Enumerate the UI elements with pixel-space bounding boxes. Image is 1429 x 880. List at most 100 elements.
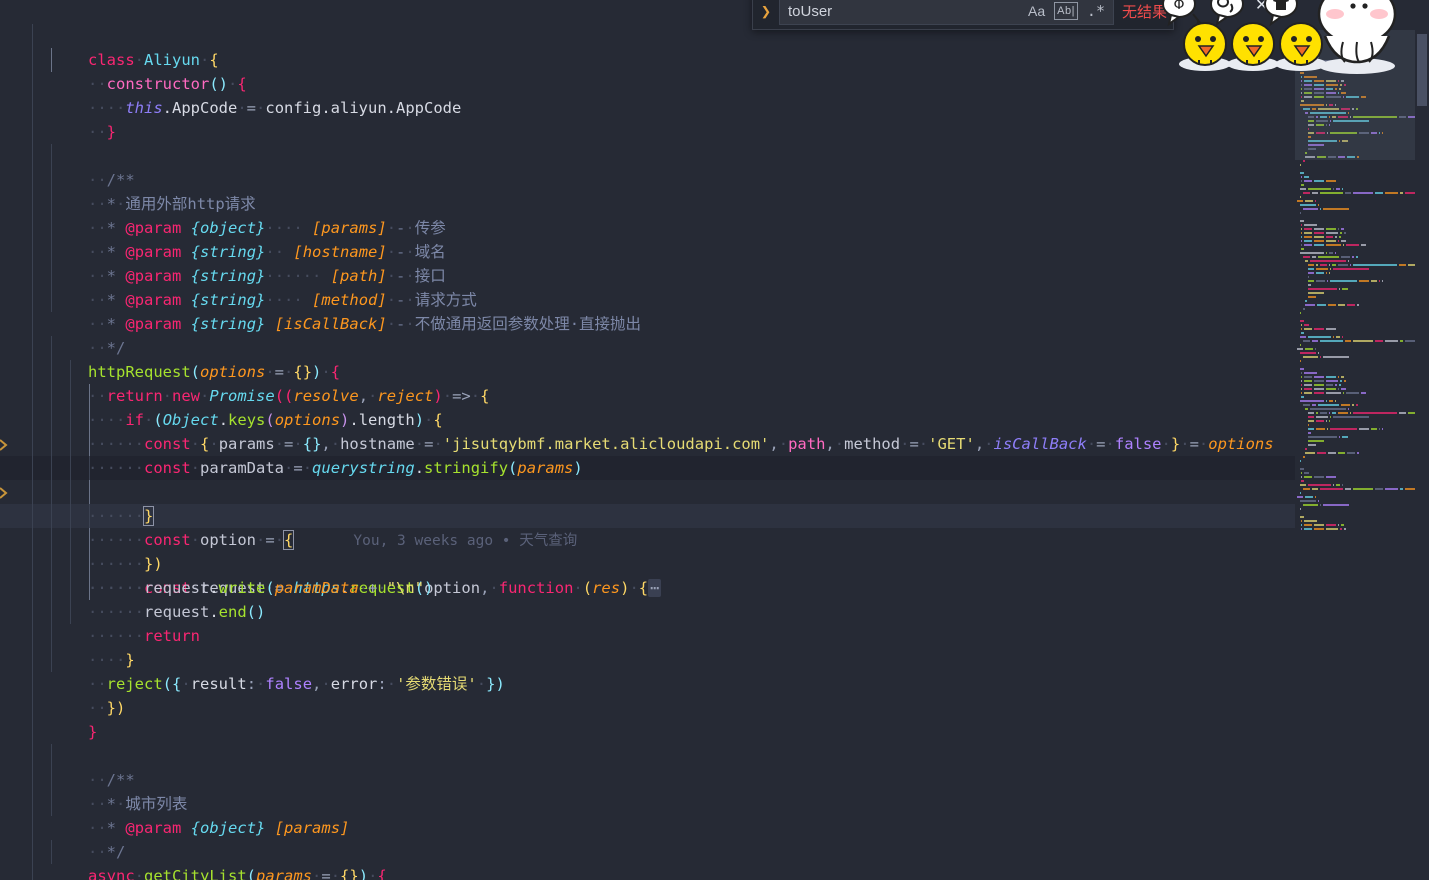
minimap-line-segment — [1338, 436, 1341, 438]
minimap-line-segment — [1329, 268, 1331, 270]
minimap-line-segment — [1332, 416, 1370, 418]
chevron-right-icon[interactable]: ❯ — [753, 0, 779, 22]
minimap-line-segment — [1308, 272, 1315, 274]
minimap-line-segment — [1320, 340, 1343, 342]
minimap-line-segment — [1325, 524, 1336, 526]
minimap-line-segment — [1347, 304, 1355, 306]
minimap-line-segment — [1304, 384, 1312, 386]
minimap-line-segment — [1308, 292, 1325, 294]
folded-code-line[interactable]: ······const·request·=·https.request(opti… — [0, 480, 1429, 598]
fold-chevron-icon[interactable] — [0, 486, 11, 500]
minimap-line-segment — [1297, 200, 1304, 202]
whole-word-icon[interactable]: Ab| — [1054, 2, 1078, 20]
minimap-line-segment — [1301, 396, 1304, 398]
minimap-line-segment — [1308, 264, 1315, 266]
minimap-line-segment — [1346, 244, 1359, 246]
minimap-line-segment — [1404, 340, 1415, 342]
minimap-line-segment — [1304, 388, 1312, 390]
minimap-line-segment — [1308, 436, 1337, 438]
minimap-line-segment — [1325, 272, 1328, 274]
minimap-line-segment — [1304, 380, 1312, 382]
minimap-line-segment — [1301, 388, 1303, 390]
minimap-line-segment — [1304, 328, 1312, 330]
minimap-line-segment — [1314, 496, 1316, 498]
editor-window: class·Aliyun·{ ··constructor()·{ ····thi… — [0, 0, 1429, 880]
minimap-line-segment — [1299, 368, 1304, 370]
minimap-line-segment — [1319, 264, 1328, 266]
minimap-line-segment — [1312, 340, 1319, 342]
minimap-line-segment — [1384, 192, 1399, 194]
minimap-line-segment — [1342, 436, 1349, 438]
minimap-line-segment — [1299, 212, 1302, 214]
minimap-line-segment — [1308, 276, 1310, 278]
minimap-line-segment — [1305, 200, 1313, 202]
minimap-line-segment — [1313, 232, 1324, 234]
code-line[interactable]: class·Aliyun·{ — [0, 0, 1429, 69]
minimap-line-segment — [1318, 352, 1320, 354]
minimap-line-segment — [1337, 388, 1340, 390]
minimap-line-segment — [1304, 524, 1312, 526]
minimap-line-segment — [1301, 232, 1303, 234]
code-editor-content[interactable]: class·Aliyun·{ ··constructor()·{ ····thi… — [0, 0, 1429, 880]
minimap-line-segment — [1301, 384, 1303, 386]
minimap-line-segment — [1335, 236, 1337, 238]
minimap-line-segment — [1302, 488, 1311, 490]
minimap-line-segment — [1302, 356, 1318, 358]
search-input[interactable]: toUser Aa Ab| .* — [779, 0, 1114, 25]
minimap-line-segment — [1350, 412, 1352, 414]
minimap-line-segment — [1338, 384, 1342, 386]
minimap-line-segment — [1313, 528, 1324, 530]
find-widget[interactable]: ❯ toUser Aa Ab| .* 无结果 — [752, 0, 1174, 30]
minimap-line-segment — [1325, 328, 1336, 330]
minimap-line-segment — [1332, 484, 1334, 486]
minimap-line-segment — [1313, 236, 1324, 238]
minimap-line-segment — [1305, 448, 1307, 450]
minimap-line-segment — [1304, 324, 1310, 326]
minimap-line-segment — [1305, 304, 1316, 306]
minimap-line-segment — [1309, 408, 1347, 410]
minimap-line-segment — [1312, 192, 1319, 194]
minimap-line-segment — [1304, 244, 1312, 246]
minimap-line-segment — [1325, 380, 1339, 382]
minimap-line-segment — [1325, 388, 1336, 390]
minimap-line-segment — [1301, 236, 1303, 238]
minimap-line-segment — [1302, 256, 1311, 258]
minimap-line-segment — [1342, 288, 1349, 290]
minimap-line-segment — [1314, 348, 1316, 350]
minimap-line-segment — [1337, 452, 1346, 454]
minimap-line-segment — [1337, 376, 1340, 378]
vertical-scrollbar[interactable] — [1415, 0, 1429, 880]
minimap-line-segment — [1342, 392, 1345, 394]
minimap-line-segment — [1304, 224, 1317, 226]
minimap-line-segment — [1302, 504, 1318, 506]
minimap-line-segment — [1299, 468, 1304, 470]
scrollbar-thumb[interactable] — [1417, 34, 1427, 106]
minimap-line-segment — [1370, 280, 1377, 282]
minimap-line-segment — [1313, 384, 1324, 386]
minimap-line-segment — [1308, 336, 1331, 338]
minimap-line-segment — [1304, 232, 1312, 234]
minimap-line-segment — [1316, 412, 1318, 414]
minimap-line-segment — [1308, 432, 1311, 434]
match-case-icon[interactable]: Aa — [1028, 3, 1045, 19]
minimap-line-segment — [1302, 456, 1306, 458]
fold-chevron-icon[interactable] — [0, 438, 11, 452]
minimap-line-segment — [1305, 408, 1308, 410]
minimap-line-segment — [1305, 300, 1307, 302]
minimap-line-segment — [1305, 496, 1313, 498]
minimap-line-segment — [1325, 236, 1334, 238]
minimap-line-segment — [1314, 200, 1316, 202]
minimap-line-segment — [1299, 188, 1307, 190]
minimap-viewport-slider[interactable] — [1295, 30, 1415, 160]
minimap-line-segment — [1335, 484, 1340, 486]
minimap-line-segment — [1329, 420, 1331, 422]
minimap-line-segment — [1313, 240, 1324, 242]
minimap-line-segment — [1299, 500, 1317, 502]
folded-region-marker[interactable]: ⋯ — [648, 579, 662, 598]
minimap-line-segment — [1319, 504, 1321, 506]
minimap-line-segment — [1301, 520, 1303, 522]
minimap-line-segment — [1341, 376, 1344, 378]
minimap-line-segment — [1343, 528, 1347, 530]
minimap-line-segment — [1301, 392, 1303, 394]
regex-icon[interactable]: .* — [1087, 3, 1105, 19]
